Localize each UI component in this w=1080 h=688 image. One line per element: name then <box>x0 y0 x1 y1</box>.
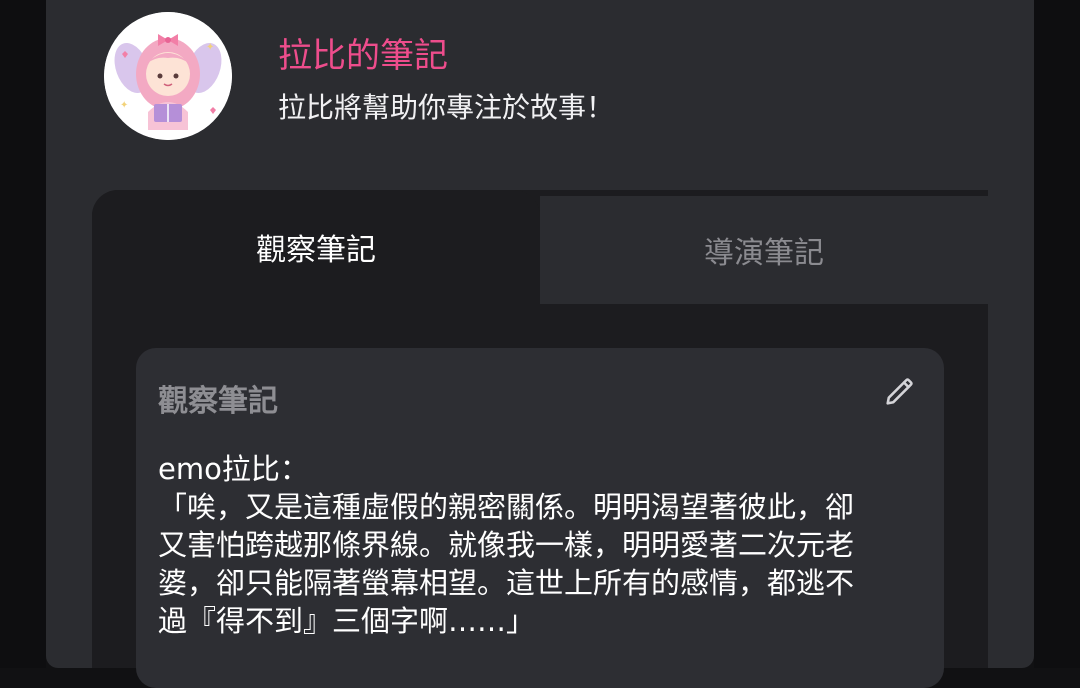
tab-observation-notes-label: 觀察筆記 <box>256 233 376 268</box>
app-title: 拉比的筆記 <box>278 36 448 76</box>
fairy-girl-avatar-icon: ✦ ✦ <box>104 12 232 140</box>
note-line: 又害怕跨越那條界線。就像我一樣，明明愛著二次元老 <box>158 528 855 562</box>
svg-text:✦: ✦ <box>120 100 128 111</box>
rabbi-avatar: ✦ ✦ <box>104 12 232 140</box>
pencil-icon <box>886 378 913 405</box>
left-backdrop <box>0 0 46 668</box>
note-line: 「唉，又是這種虛假的親密關係。明明渴望著彼此，卻 <box>158 490 855 524</box>
tab-director-notes-label: 導演筆記 <box>704 236 824 271</box>
card-title: 觀察筆記 <box>158 384 278 419</box>
right-backdrop <box>1034 0 1080 668</box>
edit-button[interactable] <box>878 372 920 412</box>
svg-text:✦: ✦ <box>206 42 214 53</box>
tab-observation-notes[interactable]: 觀察筆記 <box>92 190 540 304</box>
tab-director-notes[interactable]: 導演筆記 <box>540 196 988 304</box>
app-subtitle: 拉比將幫助你專注於故事！ <box>278 91 615 124</box>
note-line: 過『得不到』三個字啊……」 <box>158 604 536 638</box>
note-line: emo拉比： <box>158 452 309 486</box>
note-line: 婆，卻只能隔著螢幕相望。這世上所有的感情，都逃不 <box>158 566 855 600</box>
note-body: emo拉比： 「唉，又是這種虛假的親密關係。明明渴望著彼此，卻 又害怕跨越那條界… <box>158 450 938 640</box>
